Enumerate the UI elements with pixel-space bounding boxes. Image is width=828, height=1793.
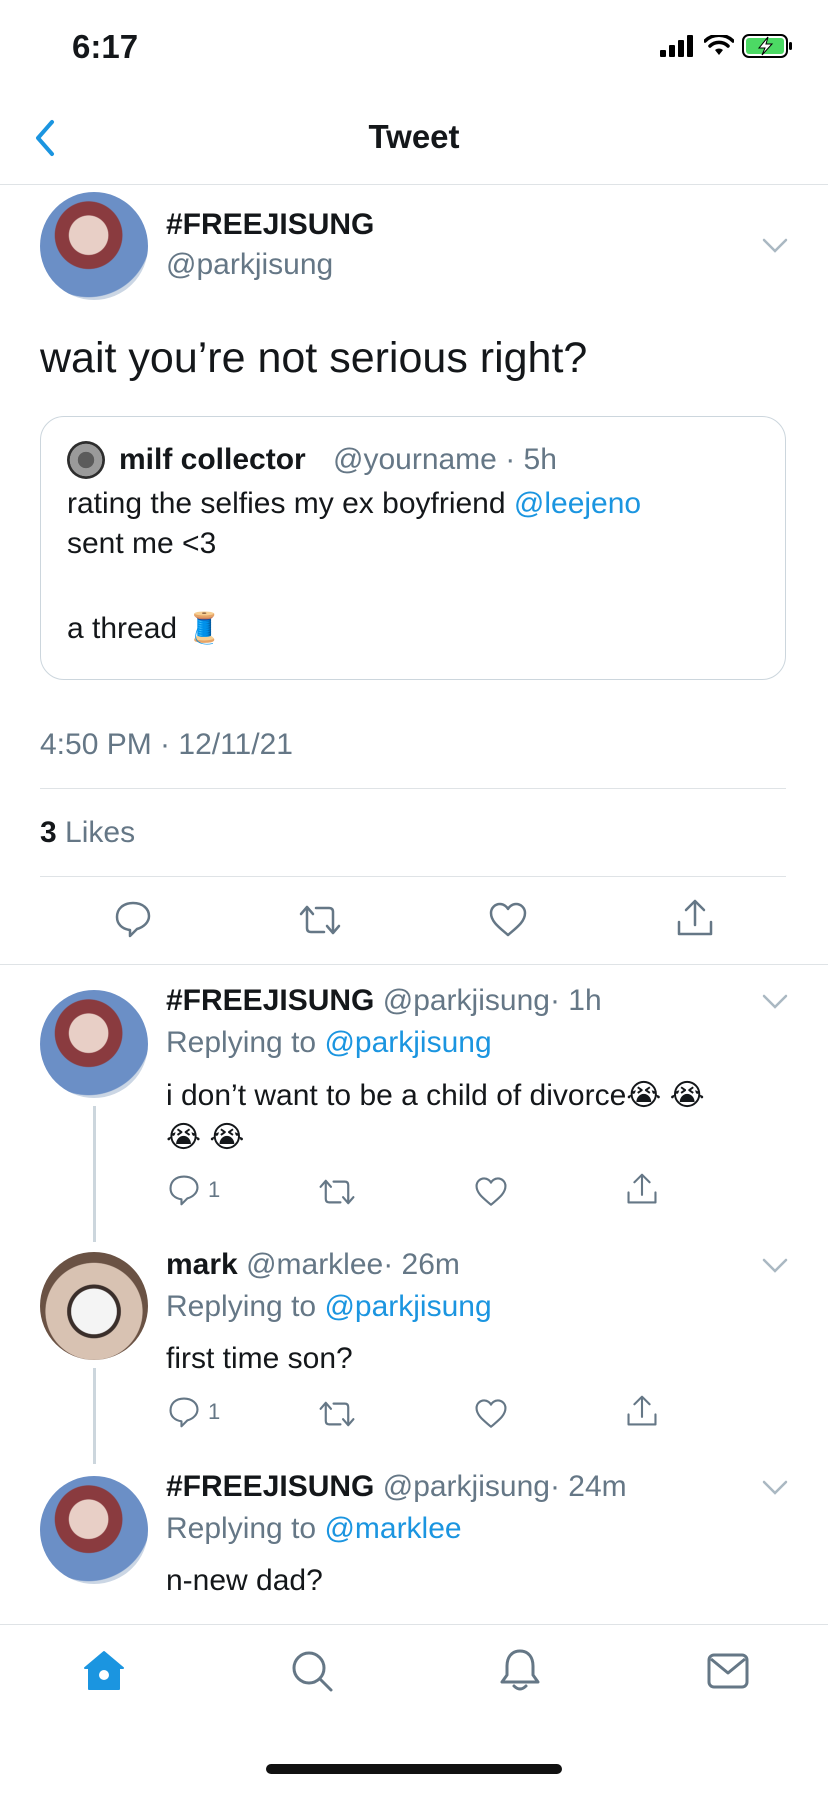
- reply-header[interactable]: mark @marklee· 26m: [166, 1248, 460, 1282]
- reply-time: · 1h: [549, 984, 602, 1017]
- reply-text: first time son?: [166, 1342, 353, 1375]
- reply-header[interactable]: #FREEJISUNG @parkjisung· 24m: [166, 1470, 627, 1504]
- reply-header[interactable]: #FREEJISUNG @parkjisung· 1h: [166, 984, 602, 1018]
- thread-emoji: 🧵: [185, 612, 223, 645]
- avatar[interactable]: [40, 192, 148, 300]
- quoted-text-line3: a thread 🧵: [67, 611, 223, 646]
- tweet-text: wait you’re not serious right?: [40, 334, 588, 382]
- reply-handle: @parkjisung: [382, 984, 550, 1017]
- divider: [40, 788, 786, 789]
- retweet-icon[interactable]: [318, 1176, 356, 1208]
- reply-count: 1: [208, 1177, 221, 1202]
- reply-text: n-new dad?: [166, 1564, 323, 1597]
- quoted-tweet-card[interactable]: milf collector @yourname · 5h rating the…: [40, 416, 786, 680]
- likes-count: 3: [40, 816, 57, 849]
- search-icon[interactable]: [290, 1649, 334, 1693]
- quoted-handle-time: @yourname · 5h: [333, 443, 557, 477]
- retweet-icon[interactable]: [318, 1398, 356, 1430]
- divider: [0, 964, 828, 965]
- replying-to-handle[interactable]: @marklee: [324, 1512, 461, 1545]
- quoted-text-line1: rating the selfies my ex boyfriend @leej…: [67, 487, 641, 521]
- reply-count: 1: [208, 1399, 221, 1424]
- thread-line: [93, 1106, 96, 1242]
- quoted-text-line2: sent me <3: [67, 527, 217, 560]
- likes-stat[interactable]: 3 Likes: [40, 816, 135, 850]
- messages-icon[interactable]: [706, 1651, 750, 1691]
- reply-icon: [169, 1175, 199, 1206]
- reply-text-line2: 😭 😭: [166, 1121, 245, 1154]
- quoted-avatar: [67, 441, 105, 479]
- reply-display-name: mark: [166, 1248, 238, 1281]
- avatar[interactable]: [40, 1252, 148, 1360]
- status-icons: [660, 34, 794, 58]
- chevron-down-icon[interactable]: [762, 994, 788, 1010]
- share-icon[interactable]: [626, 1394, 658, 1428]
- like-heart-icon[interactable]: [474, 1398, 508, 1430]
- reply-icon[interactable]: [114, 900, 152, 938]
- quoted-display-name: milf collector: [119, 443, 306, 476]
- reply-time: · 24m: [549, 1470, 627, 1503]
- tweet-timestamp: 4:50 PM · 12/11/21: [40, 728, 293, 761]
- reply-text: i don’t want to be a child of divorce😭 😭: [166, 1079, 705, 1112]
- notifications-icon[interactable]: [498, 1647, 542, 1693]
- replying-to: Replying to @parkjisung: [166, 1026, 492, 1060]
- replying-to-label: Replying to: [166, 1290, 317, 1323]
- replying-to: Replying to @marklee: [166, 1512, 462, 1546]
- reply-display-name: #FREEJISUNG: [166, 984, 375, 1017]
- chevron-down-icon[interactable]: [762, 238, 788, 254]
- page-title: Tweet: [368, 118, 460, 155]
- header-divider: [0, 184, 828, 185]
- reply-icon: [169, 1397, 199, 1428]
- quoted-text-part: rating the selfies my ex boyfriend: [67, 487, 506, 520]
- reply-display-name: #FREEJISUNG: [166, 1470, 375, 1503]
- status-time: 6:17: [72, 28, 139, 65]
- reply-action[interactable]: 1: [168, 1396, 220, 1428]
- quoted-text-part: a thread: [67, 612, 178, 645]
- home-icon[interactable]: [82, 1649, 126, 1693]
- quoted-handle: @yourname: [333, 443, 497, 476]
- author-handle[interactable]: @parkjisung: [166, 248, 333, 282]
- share-icon[interactable]: [626, 1172, 658, 1206]
- battery-charging-icon: [742, 34, 792, 58]
- author-display-name[interactable]: #FREEJISUNG: [166, 208, 374, 242]
- reply-action[interactable]: 1: [168, 1174, 220, 1206]
- mention-link[interactable]: @leejeno: [514, 487, 641, 520]
- quoted-time: · 5h: [505, 443, 557, 476]
- chevron-down-icon[interactable]: [762, 1258, 788, 1274]
- share-icon[interactable]: [676, 898, 714, 938]
- chevron-down-icon[interactable]: [762, 1480, 788, 1496]
- home-indicator: [266, 1764, 562, 1774]
- reply-handle: @marklee: [246, 1248, 384, 1281]
- replying-to-label: Replying to: [166, 1512, 317, 1545]
- likes-label: Likes: [65, 816, 136, 849]
- reply-time: · 26m: [383, 1248, 460, 1281]
- replying-to-handle[interactable]: @parkjisung: [324, 1290, 491, 1323]
- replying-to: Replying to @parkjisung: [166, 1290, 492, 1324]
- retweet-icon[interactable]: [298, 902, 342, 938]
- like-heart-icon[interactable]: [474, 1176, 508, 1208]
- thread-line: [93, 1368, 96, 1464]
- avatar[interactable]: [40, 990, 148, 1098]
- reply-handle: @parkjisung: [382, 1470, 550, 1503]
- like-heart-icon[interactable]: [488, 902, 528, 938]
- divider: [40, 876, 786, 877]
- replying-to-label: Replying to: [166, 1026, 317, 1059]
- wifi-icon: [704, 35, 734, 55]
- avatar[interactable]: [40, 1476, 148, 1584]
- replying-to-handle[interactable]: @parkjisung: [324, 1026, 491, 1059]
- signal-icon: [660, 35, 693, 57]
